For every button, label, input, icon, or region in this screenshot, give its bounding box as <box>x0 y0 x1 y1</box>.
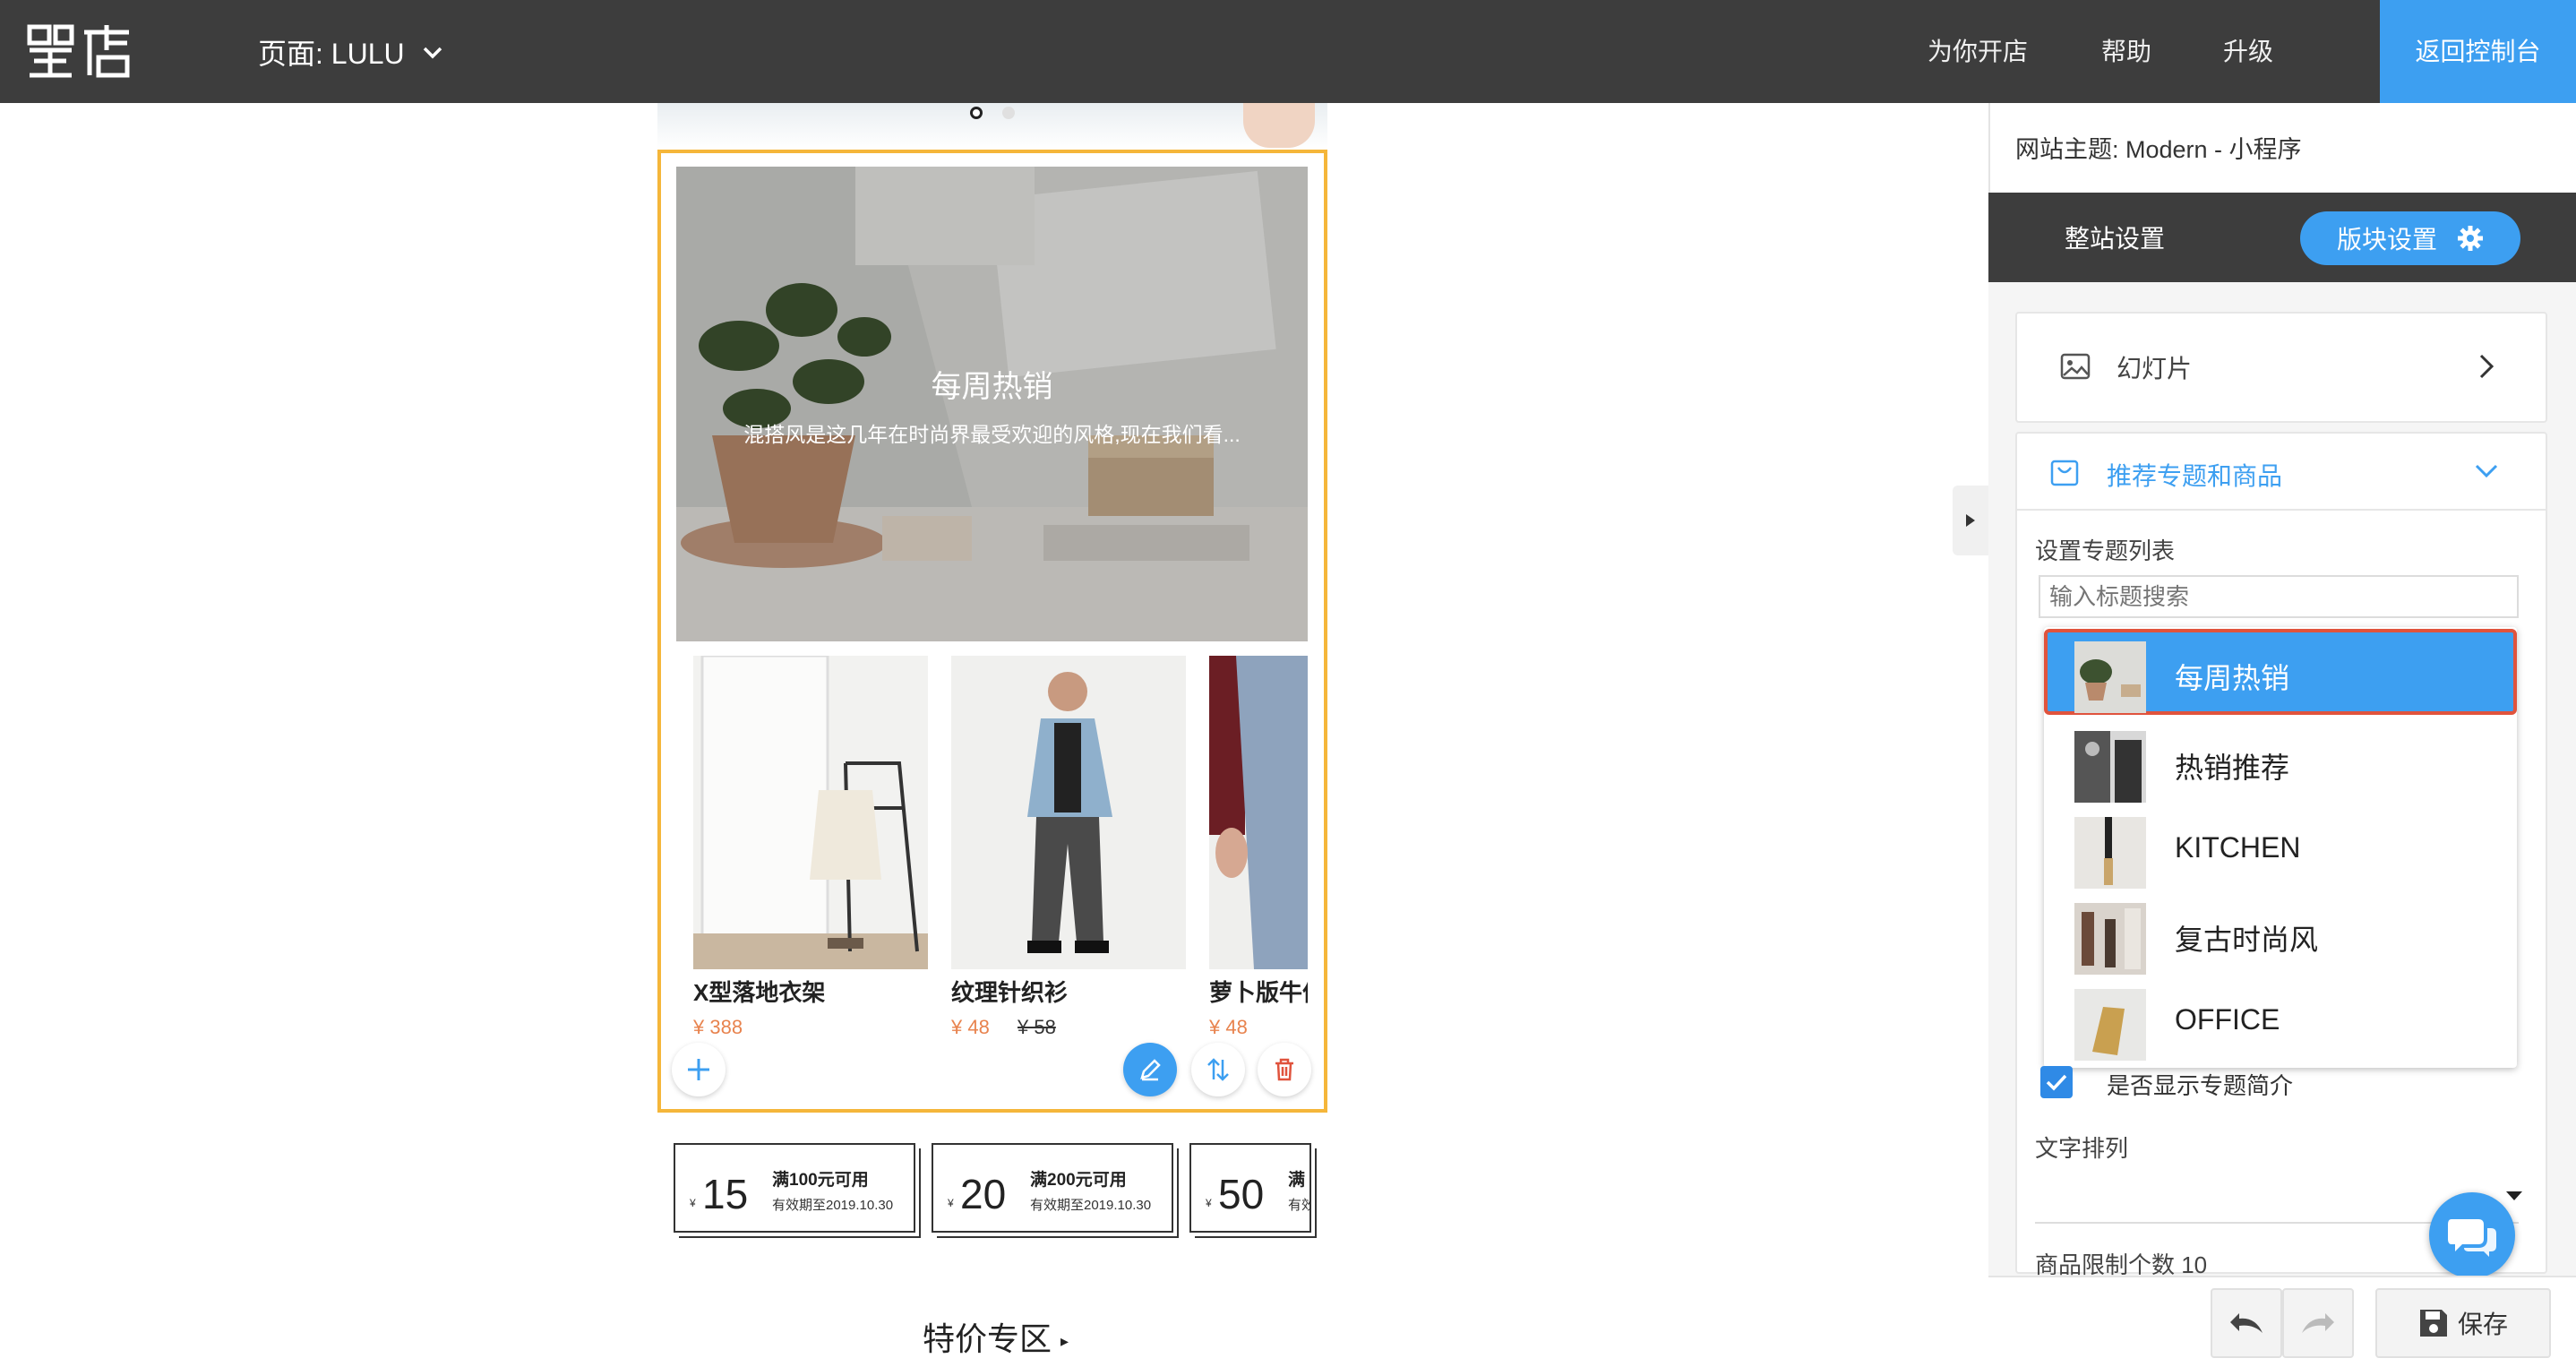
slideshow-image-fragment <box>1243 103 1315 148</box>
dropdown-option-kitchen[interactable]: KITCHEN <box>2044 804 2517 890</box>
nav-upgrade[interactable]: 升级 <box>2223 32 2273 72</box>
product-image[interactable] <box>1209 656 1308 969</box>
topic-thumbnail <box>2074 989 2146 1061</box>
product-name: 萝卜版牛仔 <box>1209 979 1308 1006</box>
carousel-dot-active[interactable] <box>970 107 983 119</box>
chat-bubbles-icon <box>2448 1219 2496 1257</box>
add-block-button[interactable] <box>672 1043 726 1096</box>
dropdown-option-retro[interactable]: 复古时尚风 <box>2044 890 2517 976</box>
redo-icon <box>2302 1313 2334 1333</box>
coupon-amount: 50 <box>1218 1171 1265 1217</box>
pencil-icon <box>1140 1059 1161 1081</box>
tab-block-label: 版块设置 <box>2336 226 2437 254</box>
product-name: 纹理针织衫 <box>951 979 1069 1006</box>
page-select-label: 页面: LULU <box>258 38 405 70</box>
coupon-condition: 满100元可用 <box>772 1171 869 1190</box>
coupon-condition: 满200元可用 <box>1030 1171 1127 1190</box>
chevron-down-icon[interactable] <box>2474 462 2499 480</box>
floppy-disk-icon <box>2419 1310 2447 1337</box>
topic-thumbnail <box>2074 731 2146 803</box>
dropdown-option-hot-recommend[interactable]: 热销推荐 <box>2044 718 2517 804</box>
text-align-label: 文字排列 <box>2035 1135 2129 1162</box>
coupon-expiry: 有效期至2019.10.30 <box>1030 1198 1152 1213</box>
caret-right-icon <box>1966 514 1975 527</box>
swap-vertical-icon <box>1207 1058 1229 1081</box>
topic-thumbnail <box>2074 903 2146 975</box>
topic-thumbnail <box>2074 817 2146 889</box>
coupon-currency: ¥ <box>690 1197 696 1209</box>
dropdown-option-label: KITCHEN <box>2175 831 2301 864</box>
coupon-condition: 满 <box>1288 1171 1306 1190</box>
show-intro-checkbox[interactable] <box>2040 1066 2073 1098</box>
coupon-card[interactable]: ¥ 15 满100元可用 有效期至2019.10.30 <box>674 1143 915 1233</box>
coupon-currency: ¥ <box>948 1197 954 1209</box>
reorder-block-button[interactable] <box>1191 1043 1245 1096</box>
checkmark-icon <box>2046 1074 2067 1091</box>
undo-icon <box>2230 1313 2263 1333</box>
product-name: X型落地衣架 <box>693 979 826 1006</box>
dropdown-option-label: 复古时尚风 <box>2175 924 2319 956</box>
coupon-card[interactable]: ¥ 50 满 有效 <box>1189 1143 1311 1233</box>
special-section-title[interactable]: 特价专区 ▸ <box>923 1313 1069 1360</box>
product-image[interactable] <box>951 656 1186 969</box>
bag-icon <box>2050 460 2079 486</box>
plus-icon <box>688 1059 709 1080</box>
edit-block-button[interactable] <box>1123 1043 1177 1096</box>
topic-thumbnail <box>2074 641 2146 713</box>
product-old-price: ¥ 58 <box>1018 1016 1056 1038</box>
delete-block-button[interactable] <box>1258 1043 1311 1096</box>
product-price: ¥ 48 <box>1209 1016 1248 1038</box>
hero-subtitle: 混搭风是这几年在时尚界最受欢迎的风格,现在我们看... <box>743 423 1241 446</box>
image-icon <box>2060 353 2091 380</box>
coupon-card[interactable]: ¥ 20 满200元可用 有效期至2019.10.30 <box>932 1143 1173 1233</box>
tab-block-settings[interactable]: 版块设置 <box>2300 211 2520 265</box>
nav-help[interactable]: 帮助 <box>2101 32 2151 72</box>
undo-button[interactable] <box>2211 1288 2282 1358</box>
coupon-expiry: 有效 <box>1288 1198 1309 1213</box>
theme-label: 网站主题: Modern - 小程序 <box>2015 136 2302 163</box>
dropdown-option-office[interactable]: OFFICE <box>2044 976 2517 1062</box>
save-button[interactable]: 保存 <box>2375 1288 2551 1358</box>
slideshow-preview <box>657 103 1327 150</box>
caret-down-icon <box>2506 1191 2522 1200</box>
slides-section[interactable] <box>2015 312 2547 423</box>
dropdown-option-label: OFFICE <box>2175 1003 2280 1036</box>
dropdown-option-weekly-hot[interactable]: 每周热销 <box>2044 629 2517 715</box>
nav-open-shop[interactable]: 为你开店 <box>1928 32 2028 72</box>
save-label: 保存 <box>2457 1311 2508 1338</box>
coupon-expiry: 有效期至2019.10.30 <box>772 1198 894 1213</box>
hero-title: 每周热销 <box>931 370 1053 404</box>
chevron-right-icon <box>2479 354 2494 379</box>
coupon-amount: 20 <box>960 1171 1007 1217</box>
product-price: ¥ 48 <box>951 1016 990 1038</box>
show-intro-label: 是否显示专题简介 <box>2107 1072 2294 1099</box>
divider <box>2017 509 2546 511</box>
slides-label: 幻灯片 <box>2117 355 2193 383</box>
coupon-currency: ¥ <box>1206 1197 1212 1209</box>
return-dashboard-button[interactable]: 返回控制台 <box>2380 0 2576 103</box>
caret-right-icon: ▸ <box>1060 1331 1069 1350</box>
redo-button[interactable] <box>2282 1288 2354 1358</box>
tab-site-settings[interactable]: 整站设置 <box>2065 219 2165 255</box>
recommend-header[interactable]: 推荐专题和商品 <box>2107 457 2282 493</box>
chat-support-button[interactable] <box>2429 1192 2515 1278</box>
product-price: ¥ 388 <box>693 1016 743 1038</box>
logo[interactable] <box>27 23 133 79</box>
special-section-label: 特价专区 <box>923 1320 1052 1357</box>
topic-list-label: 设置专题列表 <box>2035 537 2176 564</box>
dropdown-option-label: 热销推荐 <box>2175 752 2290 784</box>
topic-search-input[interactable] <box>2039 575 2519 618</box>
product-image[interactable] <box>693 656 928 969</box>
dropdown-option-label: 每周热销 <box>2175 662 2290 694</box>
collapse-panel-tab[interactable] <box>1953 486 1988 555</box>
trash-icon <box>1275 1058 1293 1081</box>
page-select[interactable]: 页面: LULU <box>258 32 444 72</box>
carousel-dot[interactable] <box>1002 107 1015 119</box>
gear-icon <box>2458 226 2483 251</box>
chevron-down-icon <box>423 47 442 59</box>
coupon-amount: 15 <box>702 1171 749 1217</box>
